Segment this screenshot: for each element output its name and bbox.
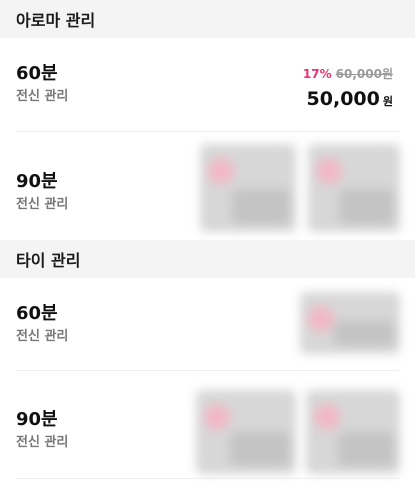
subtitle-label: 전신 관리 — [16, 435, 69, 450]
blurred-price-image — [200, 144, 296, 232]
original-price: 60,000원 — [335, 67, 393, 81]
section-title: 타이 관리 — [16, 251, 81, 270]
duration-label: 90분 — [16, 409, 58, 430]
subtitle-label: 전신 관리 — [16, 89, 69, 104]
blurred-price-image — [196, 390, 296, 474]
blurred-price-image — [306, 390, 400, 474]
currency-label: 원 — [382, 95, 393, 108]
price-block: 17% 60,000원 50,000 원 — [303, 66, 393, 113]
list-item-thai-90[interactable]: 90분 전신 관리 — [0, 372, 415, 478]
section-header-aroma: 아로마 관리 — [0, 0, 415, 38]
blurred-price-image — [300, 292, 400, 354]
section-title: 아로마 관리 — [16, 11, 96, 30]
list-item-aroma-60[interactable]: 60분 전신 관리 17% 60,000원 50,000 원 — [0, 38, 415, 132]
section-header-thai: 타이 관리 — [0, 240, 415, 278]
subtitle-label: 전신 관리 — [16, 197, 69, 212]
duration-label: 90분 — [16, 171, 58, 192]
duration-label: 60분 — [16, 63, 58, 84]
discount-rate: 17% — [302, 67, 332, 81]
subtitle-label: 전신 관리 — [16, 329, 69, 344]
divider — [16, 478, 399, 479]
sale-price: 50,000 — [306, 88, 380, 110]
duration-label: 60분 — [16, 303, 58, 324]
blurred-price-image — [308, 144, 400, 232]
list-item-thai-60[interactable]: 60분 전신 관리 — [0, 278, 415, 372]
divider — [16, 370, 399, 371]
list-item-aroma-90[interactable]: 90분 전신 관리 — [0, 132, 415, 238]
